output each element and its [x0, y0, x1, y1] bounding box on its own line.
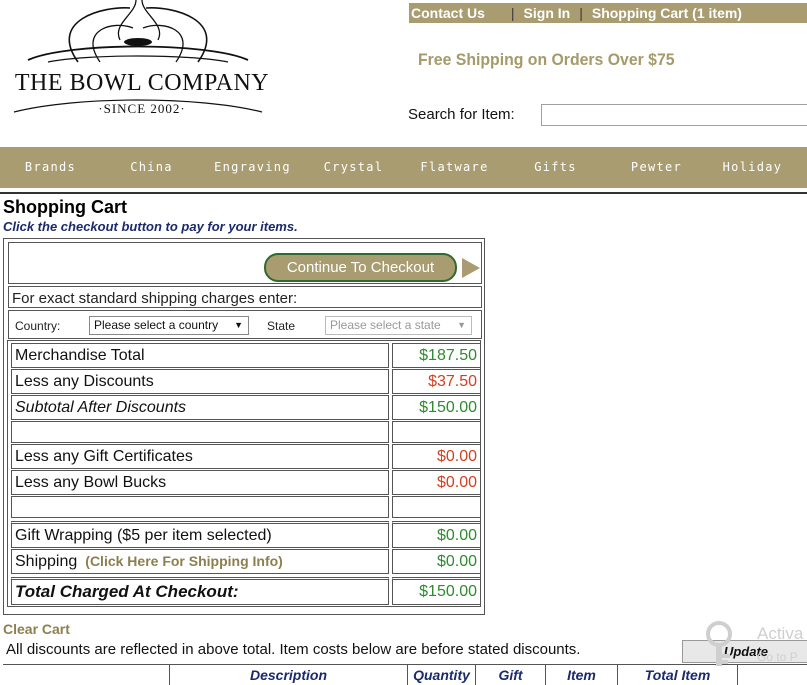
- checkout-arrow-icon[interactable]: [462, 258, 480, 278]
- free-shipping-promo: Free Shipping on Orders Over $75: [418, 50, 675, 69]
- column-header-gift: Gift: [475, 665, 545, 685]
- column-header-item: Item: [545, 665, 617, 685]
- shipping-row-label: Shipping (Click Here For Shipping Info): [11, 549, 389, 574]
- logo-since: ·SINCE 2002·: [98, 101, 186, 116]
- nav-item-brands[interactable]: Brands: [0, 147, 101, 188]
- chevron-down-icon: ▼: [234, 320, 243, 330]
- nav-item-pewter[interactable]: Pewter: [606, 147, 707, 188]
- state-select-value: Please select a state: [330, 318, 441, 332]
- discount-label: Less any Discounts: [11, 369, 389, 394]
- shipping-value: $0.00: [392, 549, 481, 574]
- shipping-note: For exact standard shipping charges ente…: [12, 290, 298, 307]
- nav-item-holiday[interactable]: Holiday: [702, 147, 803, 188]
- nav-item-flatware[interactable]: Flatware: [404, 147, 505, 188]
- bowl-bucks-label: Less any Bowl Bucks: [11, 470, 389, 495]
- column-header-total-item: Total Item: [617, 665, 737, 685]
- contact-us-link[interactable]: Contact Us: [411, 5, 485, 21]
- totals-table: Merchandise Total $187.50 Less any Disco…: [7, 340, 481, 607]
- bowl-bucks-value: $0.00: [392, 470, 481, 495]
- subtotal-label: Subtotal After Discounts: [11, 395, 389, 420]
- page-title: Shopping Cart: [3, 197, 127, 217]
- spacer-cell: [392, 496, 481, 518]
- items-table-header: Description Quantity Gift Item Total Ite…: [3, 664, 807, 685]
- nav-item-engraving[interactable]: Engraving: [202, 147, 303, 188]
- nav-item-china[interactable]: China: [101, 147, 202, 188]
- clear-cart-link[interactable]: Clear Cart: [3, 621, 70, 637]
- gift-wrap-label: Gift Wrapping ($5 per item selected): [11, 521, 389, 548]
- nav-divider: [0, 192, 807, 194]
- company-logo[interactable]: THE BOWL COMPANY ·SINCE 2002·: [8, 0, 270, 125]
- country-select[interactable]: Please select a country ▼: [89, 316, 249, 335]
- page-subtitle: Click the checkout button to pay for you…: [3, 219, 298, 234]
- shipping-info-link[interactable]: (Click Here For Shipping Info): [85, 553, 283, 569]
- update-button[interactable]: Update: [682, 640, 807, 663]
- total-label: Total Charged At Checkout:: [11, 577, 389, 605]
- merch-total-value: $187.50: [392, 343, 481, 368]
- column-header-blank: [3, 665, 169, 685]
- state-select[interactable]: Please select a state ▼: [325, 316, 472, 335]
- column-header-description: Description: [169, 665, 407, 685]
- chevron-down-icon: ▼: [457, 320, 466, 330]
- top-links-bar: Contact Us | Sign In | Shopping Cart (1 …: [409, 3, 807, 23]
- subtotal-value: $150.00: [392, 395, 481, 420]
- column-header-quantity: Quantity: [407, 665, 475, 685]
- nav-item-crystal[interactable]: Crystal: [303, 147, 404, 188]
- top-link-separator: |: [510, 5, 515, 21]
- merch-total-label: Merchandise Total: [11, 343, 389, 368]
- country-select-value: Please select a country: [94, 318, 219, 332]
- discount-note: All discounts are reflected in above tot…: [6, 641, 581, 658]
- gift-wrap-value: $0.00: [392, 521, 481, 548]
- spacer-cell: [11, 421, 389, 443]
- top-link-separator: |: [579, 5, 583, 21]
- shipping-note-row: For exact standard shipping charges ente…: [8, 286, 482, 308]
- country-state-row: Country: Please select a country ▼ State…: [8, 310, 482, 339]
- search-input[interactable]: [541, 104, 807, 126]
- nav-item-gifts[interactable]: Gifts: [505, 147, 606, 188]
- discount-value: $37.50: [392, 369, 481, 394]
- shopping-cart-link[interactable]: Shopping Cart (1 item): [592, 5, 742, 21]
- sign-in-link[interactable]: Sign In: [524, 5, 571, 21]
- state-label: State: [267, 319, 296, 333]
- search-label: Search for Item:: [408, 106, 515, 123]
- total-value: $150.00: [392, 577, 481, 605]
- gift-cert-value: $0.00: [392, 444, 481, 469]
- checkout-row: Continue To Checkout: [8, 242, 482, 284]
- spacer-cell: [11, 496, 389, 518]
- main-nav: Brands China Engraving Crystal Flatware …: [0, 147, 807, 188]
- logo-wordmark: THE BOWL COMPANY: [14, 70, 270, 96]
- shipping-label: Shipping: [15, 553, 78, 570]
- spacer-cell: [392, 421, 481, 443]
- continue-to-checkout-button[interactable]: Continue To Checkout: [264, 253, 457, 282]
- column-header-extra: [737, 665, 807, 685]
- country-label: Country:: [15, 319, 61, 333]
- gift-cert-label: Less any Gift Certificates: [11, 444, 389, 469]
